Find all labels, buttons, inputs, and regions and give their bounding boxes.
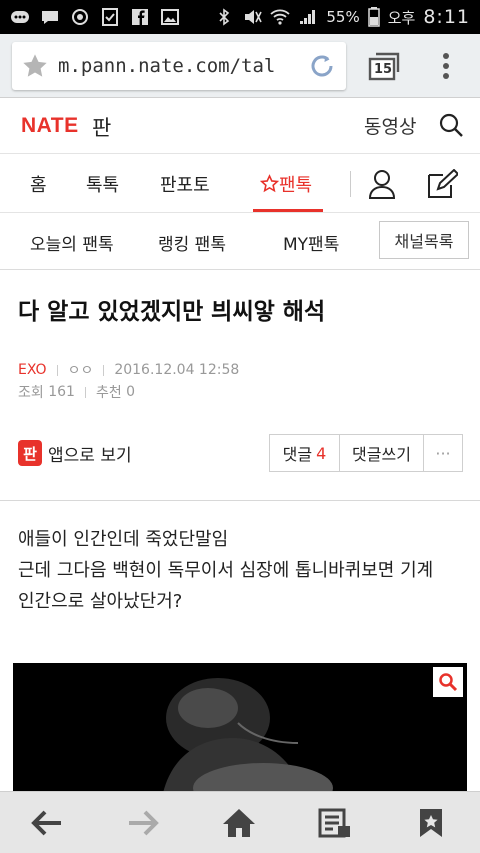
- talk-icon: [11, 11, 29, 23]
- meta-divider: [103, 364, 105, 376]
- more-button[interactable]: ···: [424, 435, 462, 471]
- meta-divider: [56, 364, 58, 376]
- comments-count: 4: [316, 443, 327, 463]
- tab-count: 15: [374, 62, 393, 77]
- open-in-app-label: 앱으로 보기: [48, 445, 132, 466]
- battery-icon: [367, 7, 380, 27]
- tab-fantalk[interactable]: 팬톡: [259, 171, 313, 197]
- facebook-icon: [132, 9, 148, 25]
- time-prefix: 오후: [387, 8, 416, 27]
- post-meta-line1: EXO ㅇㅇ 2016.12.04 12:58: [18, 360, 239, 380]
- write-comment-button[interactable]: 댓글쓰기: [340, 435, 424, 471]
- system-status: 55% 오후 8:11: [214, 6, 470, 28]
- user-icon[interactable]: [368, 169, 396, 199]
- wifi-icon: [270, 9, 290, 25]
- status-bar: 55% 오후 8:11: [0, 0, 480, 34]
- comments-label: 댓글: [282, 445, 313, 464]
- back-arrow-icon[interactable]: [30, 806, 64, 840]
- post-image[interactable]: [13, 663, 467, 793]
- main-nav: 홈 톡톡 판포토 팬톡: [0, 155, 480, 213]
- fantalk-subnav: 오늘의 팬톡 랭킹 팬톡 MY팬톡 채널목록: [0, 214, 480, 270]
- comment-actions: 댓글 4 댓글쓰기 ···: [269, 434, 463, 472]
- recommend-label: 추천: [95, 385, 122, 401]
- tab-fantalk-label: 팬톡: [279, 175, 313, 196]
- url-text[interactable]: m.pann.nate.com/tal: [58, 55, 298, 77]
- post-meta-line2: 조회 161 추천 0: [18, 382, 135, 402]
- chat-bubble-icon: [42, 11, 58, 24]
- body-line: 근데 그다음 백현이 독무이서 심장에 톱니바퀴보면 기계: [18, 560, 434, 581]
- zoom-icon[interactable]: [433, 667, 463, 697]
- meta-divider: [84, 386, 86, 398]
- reload-icon[interactable]: [306, 50, 338, 86]
- subnav-my-fantalk[interactable]: MY팬톡: [283, 230, 339, 255]
- nav-divider: [350, 171, 351, 197]
- post-body: 애들이 인간인데 죽었단말임 근데 그다음 백현이 독무이서 심장에 톱니바퀴보…: [18, 524, 468, 617]
- tabs-button[interactable]: 15: [368, 50, 402, 82]
- bookmarks-icon[interactable]: [414, 806, 448, 840]
- url-field[interactable]: m.pann.nate.com/tal: [12, 42, 346, 90]
- clock: 8:11: [423, 6, 470, 28]
- image-content: [13, 663, 467, 793]
- mute-icon: [245, 10, 263, 24]
- tab-toktok[interactable]: 톡톡: [86, 171, 119, 197]
- active-tab-indicator: [253, 209, 323, 212]
- tab-pann-photo[interactable]: 판포토: [160, 171, 210, 197]
- browser-toolbar: m.pann.nate.com/tal 15: [0, 34, 480, 98]
- home-icon[interactable]: [222, 806, 256, 840]
- pann-logo[interactable]: 판: [92, 112, 111, 142]
- body-line: 애들이 인간인데 죽었단말임: [18, 529, 229, 550]
- bookmark-star-icon[interactable]: [12, 52, 58, 80]
- checklist-icon: [102, 8, 118, 26]
- circle-icon: [72, 9, 88, 25]
- search-icon[interactable]: [438, 112, 464, 138]
- bluetooth-icon: [219, 8, 230, 26]
- channel-name[interactable]: EXO: [18, 362, 47, 378]
- channel-list-button[interactable]: 채널목록: [379, 221, 469, 259]
- notification-icons: [10, 8, 180, 26]
- reader-mode-icon[interactable]: [318, 806, 352, 840]
- subnav-ranking-fantalk[interactable]: 랭킹 팬톡: [158, 230, 226, 255]
- content-divider: [0, 500, 480, 501]
- subnav-today-fantalk[interactable]: 오늘의 팬톡: [30, 230, 114, 255]
- post-title: 다 알고 있었겠지만 븨씨앟 해석: [18, 299, 326, 325]
- signal-icon: [300, 10, 316, 24]
- nate-logo[interactable]: NATE: [21, 114, 79, 138]
- tab-home[interactable]: 홈: [30, 171, 47, 197]
- post-datetime: 2016.12.04 12:58: [114, 362, 240, 378]
- write-icon[interactable]: [426, 168, 460, 199]
- open-in-app-link[interactable]: 판 앱으로 보기: [18, 440, 132, 466]
- overflow-menu-icon[interactable]: [436, 50, 456, 82]
- comments-button[interactable]: 댓글 4: [270, 435, 340, 471]
- star-outline-icon: [259, 174, 280, 193]
- image-icon: [161, 9, 179, 25]
- recommend-count: 0: [126, 384, 136, 400]
- forward-arrow-icon[interactable]: [126, 806, 160, 840]
- battery-percent: 55%: [326, 8, 360, 26]
- author-name: ㅇㅇ: [67, 363, 94, 379]
- site-header: NATE 판 동영상: [0, 98, 480, 154]
- body-line: 인간으로 살아났단거?: [18, 591, 183, 612]
- pann-app-icon: 판: [18, 440, 42, 466]
- video-link[interactable]: 동영상: [364, 112, 416, 139]
- browser-bottom-bar: [0, 791, 480, 853]
- views-label: 조회: [18, 385, 44, 401]
- views-count: 161: [48, 384, 75, 400]
